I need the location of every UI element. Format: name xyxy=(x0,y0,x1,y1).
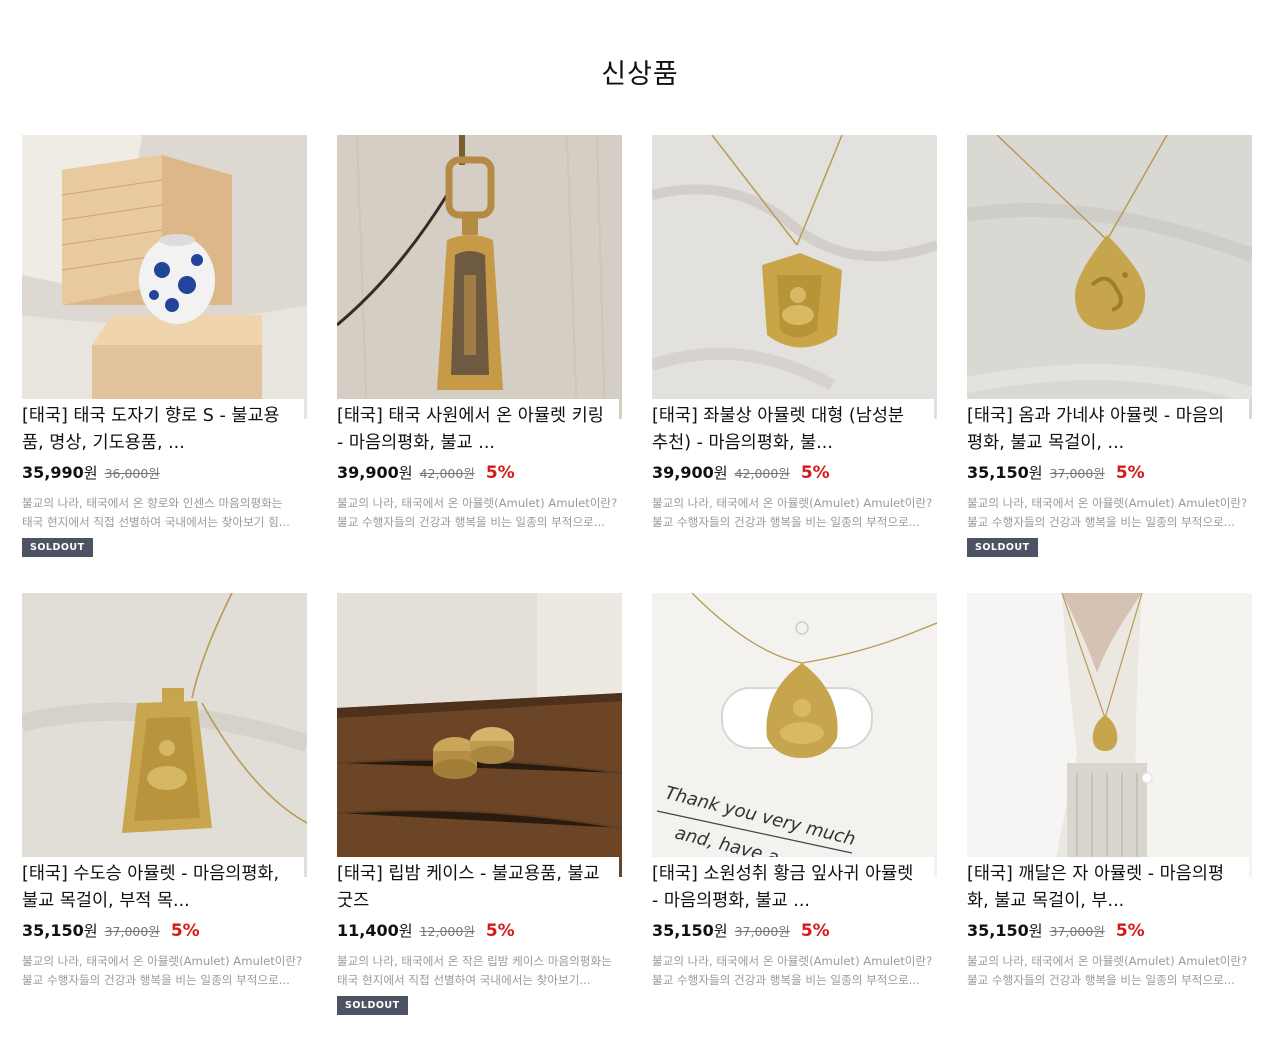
product-name[interactable]: [태국] 소원성취 황금 잎사귀 아뮬렛 - 마음의평화, 불교 ... xyxy=(652,857,934,917)
discount-rate: 5% xyxy=(485,921,515,941)
product-image[interactable] xyxy=(967,593,1252,877)
product-description: 불교의 나라, 태국에서 온 아뮬렛(Amulet) Amulet이란? 불교 … xyxy=(967,954,1248,987)
product-card[interactable]: [태국] 태국 도자기 향로 S - 불교용품, 명상, 기도용품, ... 3… xyxy=(22,135,307,557)
product-price: 35,150원 xyxy=(967,921,1043,940)
product-image[interactable] xyxy=(652,135,937,419)
product-description: 불교의 나라, 태국에서 온 아뮬렛(Amulet) Amulet이란? 불교 … xyxy=(967,496,1248,529)
discount-rate: 5% xyxy=(1115,463,1145,483)
product-image[interactable] xyxy=(22,593,307,877)
product-price: 11,400원 xyxy=(337,921,413,940)
soldout-badge: SOLDOUT xyxy=(22,538,93,557)
product-image[interactable] xyxy=(337,593,622,877)
product-card[interactable]: [태국] 좌불상 아뮬렛 대형 (남성분 추천) - 마음의평화, 불... 3… xyxy=(652,135,937,532)
product-card[interactable]: [태국] 태국 사원에서 온 아뮬렛 키링 - 마음의평화, 불교 ... 39… xyxy=(337,135,622,532)
product-image[interactable] xyxy=(337,135,622,419)
soldout-badge: SOLDOUT xyxy=(337,996,408,1015)
product-card[interactable]: [태국] 립밤 케이스 - 불교용품, 불교굿즈 11,400원 12,000원… xyxy=(337,593,622,1015)
original-price: 37,000원 xyxy=(1049,924,1105,939)
product-price: 39,900원 xyxy=(337,463,413,482)
product-image[interactable] xyxy=(967,135,1252,419)
discount-rate: 5% xyxy=(485,463,515,483)
product-name[interactable]: [태국] 수도승 아뮬렛 - 마음의평화, 불교 목걸이, 부적 목... xyxy=(22,857,304,917)
product-name[interactable]: [태국] 태국 도자기 향로 S - 불교용품, 명상, 기도용품, ... xyxy=(22,399,304,459)
product-image[interactable]: Thank you very much and, have a xyxy=(652,593,937,877)
original-price: 42,000원 xyxy=(419,466,475,481)
product-price: 35,990원 xyxy=(22,463,98,482)
product-card[interactable]: [태국] 옴과 가네샤 아뮬렛 - 마음의평화, 불교 목걸이, ... 35,… xyxy=(967,135,1252,557)
product-price: 39,900원 xyxy=(652,463,728,482)
discount-rate: 5% xyxy=(800,921,830,941)
product-description: 불교의 나라, 태국에서 온 아뮬렛(Amulet) Amulet이란? 불교 … xyxy=(652,954,933,987)
original-price: 37,000원 xyxy=(104,924,160,939)
product-description: 불교의 나라, 태국에서 온 향로와 인센스 마음의평화는 태국 현지에서 직접… xyxy=(22,496,290,529)
product-card[interactable]: Thank you very much and, have a [태국] 소원성… xyxy=(652,593,937,990)
product-name[interactable]: [태국] 옴과 가네샤 아뮬렛 - 마음의평화, 불교 목걸이, ... xyxy=(967,399,1249,459)
original-price: 36,000원 xyxy=(104,466,160,481)
product-name[interactable]: [태국] 립밤 케이스 - 불교용품, 불교굿즈 xyxy=(337,857,619,917)
product-price: 35,150원 xyxy=(22,921,98,940)
section-title: 신상품 xyxy=(601,59,679,90)
product-description: 불교의 나라, 태국에서 온 아뮬렛(Amulet) Amulet이란? 불교 … xyxy=(22,954,303,987)
product-price: 35,150원 xyxy=(652,921,728,940)
product-image[interactable] xyxy=(22,135,307,419)
original-price: 37,000원 xyxy=(734,924,790,939)
original-price: 42,000원 xyxy=(734,466,790,481)
product-name[interactable]: [태국] 태국 사원에서 온 아뮬렛 키링 - 마음의평화, 불교 ... xyxy=(337,399,619,459)
product-name[interactable]: [태국] 좌불상 아뮬렛 대형 (남성분 추천) - 마음의평화, 불... xyxy=(652,399,934,459)
soldout-badge: SOLDOUT xyxy=(967,538,1038,557)
product-description: 불교의 나라, 태국에서 온 아뮬렛(Amulet) Amulet이란? 불교 … xyxy=(337,496,618,529)
product-description: 불교의 나라, 태국에서 온 작은 립밤 케이스 마음의평화는 태국 현지에서 … xyxy=(337,954,612,987)
product-description: 불교의 나라, 태국에서 온 아뮬렛(Amulet) Amulet이란? 불교 … xyxy=(652,496,933,529)
original-price: 12,000원 xyxy=(419,924,475,939)
discount-rate: 5% xyxy=(800,463,830,483)
product-card[interactable]: [태국] 수도승 아뮬렛 - 마음의평화, 불교 목걸이, 부적 목... 35… xyxy=(22,593,307,990)
discount-rate: 5% xyxy=(170,921,200,941)
product-price: 35,150원 xyxy=(967,463,1043,482)
product-card[interactable]: [태국] 깨달은 자 아뮬렛 - 마음의평화, 불교 목걸이, 부... 35,… xyxy=(967,593,1252,990)
product-name[interactable]: [태국] 깨달은 자 아뮬렛 - 마음의평화, 불교 목걸이, 부... xyxy=(967,857,1249,917)
discount-rate: 5% xyxy=(1115,921,1145,941)
original-price: 37,000원 xyxy=(1049,466,1105,481)
